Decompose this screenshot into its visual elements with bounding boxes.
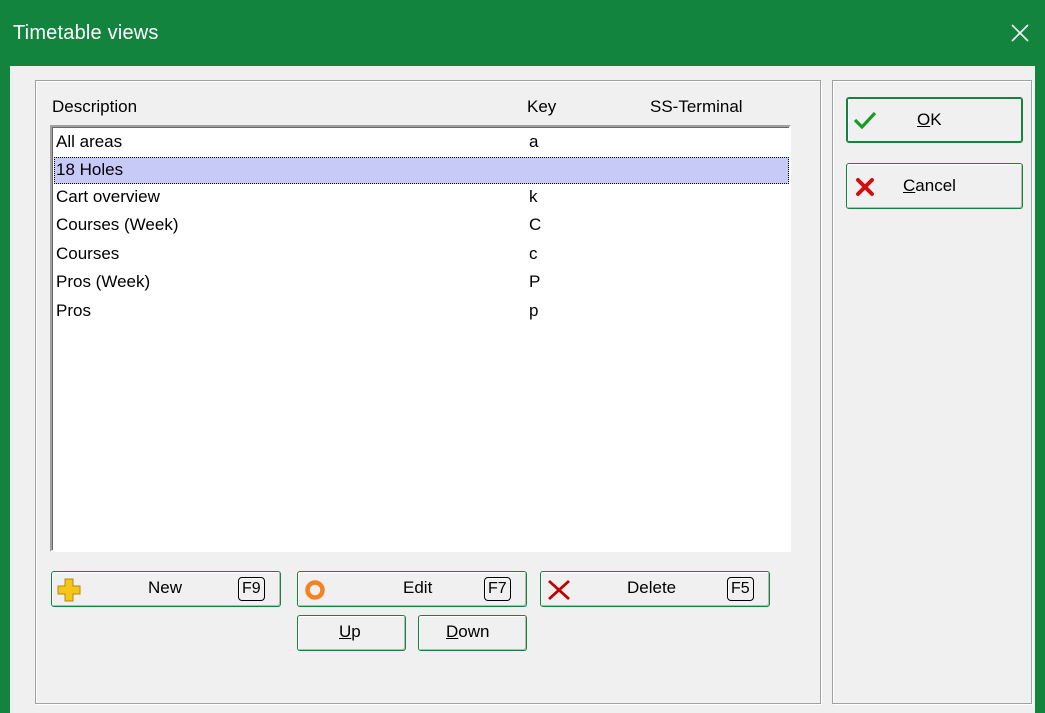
close-icon xyxy=(1011,24,1029,42)
window-title: Timetable views xyxy=(13,22,159,44)
timetable-views-dialog: Timetable views Description Key SS-Termi… xyxy=(0,0,1045,713)
cancel-button[interactable]: Cancel xyxy=(846,163,1023,209)
item-key: C xyxy=(529,215,542,234)
item-key: P xyxy=(529,272,541,291)
list-item[interactable]: All areas a xyxy=(54,129,789,156)
item-description: 18 Holes xyxy=(56,160,124,179)
circle-icon xyxy=(305,580,325,600)
cancel-label: Cancel xyxy=(903,176,956,195)
edit-button[interactable]: Edit F7 xyxy=(297,571,527,607)
up-button[interactable]: Up xyxy=(297,615,406,651)
list-item[interactable]: Courses c xyxy=(54,241,789,268)
up-label: Up xyxy=(339,622,361,641)
delete-label: Delete xyxy=(627,578,677,597)
list-item[interactable]: Pros (Week) P xyxy=(54,269,789,296)
ok-button[interactable]: OK xyxy=(846,97,1023,143)
title-bar: Timetable views xyxy=(0,0,1045,66)
item-description: Pros (Week) xyxy=(56,272,151,291)
close-button[interactable] xyxy=(995,10,1045,56)
new-shortcut-key: F9 xyxy=(238,577,265,601)
column-header-description[interactable]: Description xyxy=(52,97,137,117)
new-button[interactable]: New F9 xyxy=(51,571,281,607)
new-label: New xyxy=(148,578,183,597)
down-button[interactable]: Down xyxy=(418,615,527,651)
item-description: All areas xyxy=(56,132,123,151)
timetable-views-list[interactable]: All areas a 18 Holes Cart overview k Cou… xyxy=(50,125,791,552)
down-label: Down xyxy=(446,622,490,641)
delete-button[interactable]: Delete F5 xyxy=(540,571,770,607)
list-item-selected[interactable]: 18 Holes xyxy=(54,157,789,184)
delete-shortcut-key: F5 xyxy=(727,577,754,601)
ok-label: OK xyxy=(917,110,942,129)
item-key: c xyxy=(529,244,538,263)
plus-icon xyxy=(57,578,81,602)
cancel-x-icon xyxy=(856,178,874,196)
item-description: Courses xyxy=(56,244,120,263)
check-icon xyxy=(853,111,877,130)
item-key: k xyxy=(529,187,538,206)
column-header-ss-terminal[interactable]: SS-Terminal xyxy=(650,97,743,117)
edit-label: Edit xyxy=(403,578,433,597)
column-header-key[interactable]: Key xyxy=(527,97,556,117)
item-description: Cart overview xyxy=(56,187,160,206)
list-item[interactable]: Courses (Week) C xyxy=(54,212,789,239)
edit-shortcut-key: F7 xyxy=(484,577,511,601)
item-description: Courses (Week) xyxy=(56,215,179,234)
item-key: p xyxy=(529,301,539,320)
item-key: a xyxy=(529,132,539,151)
list-item[interactable]: Cart overview k xyxy=(54,184,789,211)
item-description: Pros xyxy=(56,301,91,320)
list-item[interactable]: Pros p xyxy=(54,298,789,325)
x-icon xyxy=(548,579,570,601)
